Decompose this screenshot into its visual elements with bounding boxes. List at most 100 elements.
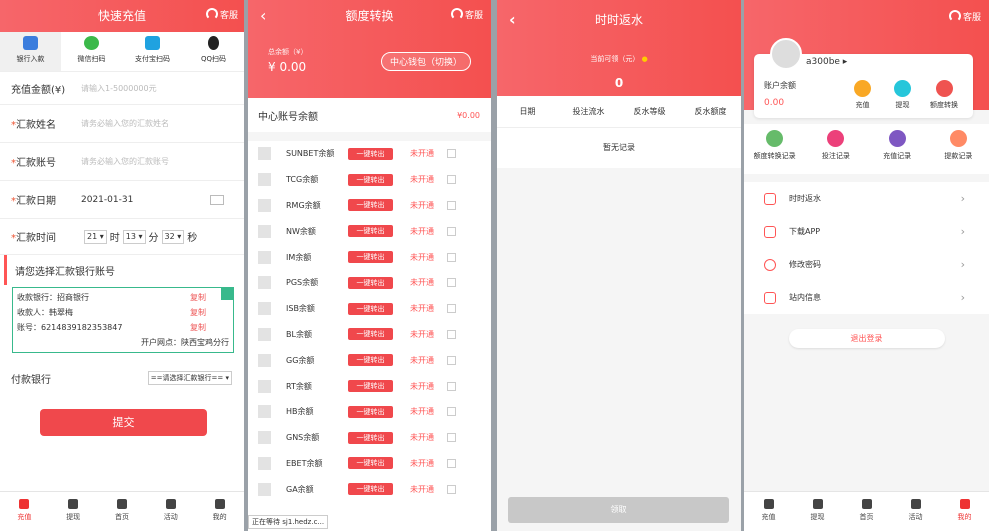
toggle-checkbox[interactable]	[447, 175, 456, 185]
bank-account-card[interactable]: 收款银行：招商银行 复制 收款人：韩翠梅 复制 账号：621483918235384…	[12, 287, 234, 353]
selected-check-icon	[221, 288, 233, 300]
tab-deposit[interactable]: 充值	[744, 492, 793, 531]
deposit-icon	[854, 80, 871, 97]
pay-bank-select[interactable]: ==请选择汇款银行== ▾	[147, 371, 232, 385]
avatar[interactable]	[770, 38, 802, 70]
gift-icon	[165, 499, 176, 509]
one-click-out-button[interactable]: 一键转出	[348, 457, 393, 470]
minute-select[interactable]: 13 ▾	[122, 229, 146, 244]
back-icon[interactable]: ‹	[260, 0, 266, 32]
withdraw-action[interactable]: 提现	[894, 80, 911, 110]
date-field[interactable]: *汇款日期 2021-01-31	[0, 181, 244, 219]
tab-bank-deposit[interactable]: 银行入款	[0, 32, 61, 71]
one-click-out-button[interactable]: 一键转出	[348, 405, 393, 418]
deposit-records[interactable]: 充值记录	[867, 130, 928, 174]
name-field[interactable]: *汇款姓名 请务必输入您的汇款姓名	[0, 105, 244, 143]
platform-logo	[258, 405, 271, 419]
bet-records[interactable]: 投注记录	[805, 130, 866, 174]
one-click-out-button[interactable]: 一键转出	[348, 431, 393, 444]
submit-button[interactable]: 提交	[40, 409, 207, 436]
menu-download[interactable]: 下载APP ›	[744, 215, 989, 248]
copy-button[interactable]: 复制	[190, 305, 206, 320]
platform-logo	[258, 250, 271, 264]
second-select[interactable]: 32 ▾	[161, 229, 185, 244]
tab-home[interactable]: 首页	[98, 492, 147, 531]
copy-button[interactable]: 复制	[190, 290, 206, 305]
toggle-checkbox[interactable]	[447, 484, 456, 494]
quick-deposit-panel: 快速充值 客服 银行入款 微信扫码 支付宝扫码 QQ扫码 充值金额(¥) 请输入1…	[0, 0, 244, 531]
one-click-out-button[interactable]: 一键转出	[348, 328, 393, 341]
platform-logo	[258, 379, 271, 393]
toggle-checkbox[interactable]	[447, 458, 456, 468]
status-label: 未开通	[410, 433, 434, 443]
tab-activity[interactable]: 活动	[146, 492, 195, 531]
toggle-checkbox[interactable]	[447, 200, 456, 210]
tab-alipay[interactable]: 支付宝扫码	[122, 32, 183, 71]
toggle-checkbox[interactable]	[447, 329, 456, 339]
one-click-out-button[interactable]: 一键转出	[348, 483, 393, 496]
tab-wechat[interactable]: 微信扫码	[61, 32, 122, 71]
toggle-checkbox[interactable]	[447, 304, 456, 314]
logout-button[interactable]: 退出登录	[788, 329, 945, 348]
toggle-checkbox[interactable]	[447, 252, 456, 262]
chevron-right-icon: ›	[960, 192, 965, 205]
qq-icon	[208, 36, 219, 50]
tab-mine[interactable]: 我的	[940, 492, 989, 531]
amount-input[interactable]: 请输入1-5000000元	[81, 83, 157, 94]
header: ‹ 时时返水 当前可领（元） ● 0	[497, 0, 741, 96]
account-input[interactable]: 请务必输入您的汇款账号	[81, 156, 169, 167]
one-click-out-button[interactable]: 一键转出	[348, 380, 393, 393]
toggle-checkbox[interactable]	[447, 149, 456, 159]
username[interactable]: a300be ▸	[806, 57, 847, 67]
toggle-checkbox[interactable]	[447, 278, 456, 288]
one-click-out-button[interactable]: 一键转出	[348, 173, 393, 186]
platform-row: GA余额 一键转出 未开通	[248, 476, 491, 502]
hour-select[interactable]: 21 ▾	[84, 229, 107, 244]
copy-button[interactable]: 复制	[190, 320, 206, 335]
status-label: 未开通	[410, 252, 434, 262]
tab-qq[interactable]: QQ扫码	[183, 32, 244, 71]
calendar-icon[interactable]	[210, 194, 224, 205]
toggle-checkbox[interactable]	[447, 381, 456, 391]
menu-rebate[interactable]: 时时返水 ›	[744, 182, 989, 215]
toggle-checkbox[interactable]	[447, 407, 456, 417]
toggle-checkbox[interactable]	[447, 433, 456, 443]
account-field[interactable]: *汇款账号 请务必输入您的汇款账号	[0, 143, 244, 181]
date-input[interactable]: 2021-01-31	[81, 195, 133, 205]
transfer-records[interactable]: 额度转换记录	[744, 130, 805, 174]
tab-withdraw[interactable]: 提现	[49, 492, 98, 531]
claim-button[interactable]: 领取	[508, 497, 729, 523]
one-click-out-button[interactable]: 一键转出	[348, 354, 393, 367]
one-click-out-button[interactable]: 一键转出	[348, 147, 393, 160]
one-click-out-button[interactable]: 一键转出	[348, 276, 393, 289]
tab-mine[interactable]: 我的	[195, 492, 244, 531]
one-click-out-button[interactable]: 一键转出	[348, 251, 393, 264]
withdraw-records[interactable]: 提款记录	[928, 130, 989, 174]
amount-field[interactable]: 充值金额(¥) 请输入1-5000000元	[0, 72, 244, 105]
customer-service-button[interactable]: 客服	[948, 10, 981, 23]
profile-panel: 客服 a300be ▸ 账户余额 0.00 充值 提现 额度转换 额度转换记录 …	[744, 0, 989, 531]
one-click-out-button[interactable]: 一键转出	[348, 225, 393, 238]
tab-deposit[interactable]: 充值	[0, 492, 49, 531]
name-input[interactable]: 请务必输入您的汇款姓名	[81, 118, 169, 129]
deposit-icon	[19, 499, 30, 509]
tab-activity[interactable]: 活动	[891, 492, 940, 531]
customer-service-button[interactable]: 客服	[205, 0, 238, 32]
customer-service-button[interactable]: 客服	[450, 0, 483, 32]
deposit-action[interactable]: 充值	[854, 80, 871, 110]
menu-messages[interactable]: 站内信息 ›	[744, 281, 989, 314]
wallet-switch-button[interactable]: 中心钱包（切换）	[380, 52, 471, 71]
transfer-action[interactable]: 额度转换	[930, 80, 958, 110]
one-click-out-button[interactable]: 一键转出	[348, 302, 393, 315]
page-title: 额度转换	[345, 9, 394, 23]
tab-withdraw[interactable]: 提现	[793, 492, 842, 531]
payment-method-tabs: 银行入款 微信扫码 支付宝扫码 QQ扫码	[0, 32, 244, 72]
one-click-out-button[interactable]: 一键转出	[348, 199, 393, 212]
toggle-checkbox[interactable]	[447, 226, 456, 236]
toggle-checkbox[interactable]	[447, 355, 456, 365]
menu-password[interactable]: 修改密码 ›	[744, 248, 989, 281]
back-icon[interactable]: ‹	[509, 0, 516, 40]
wechat-icon	[84, 36, 99, 50]
tab-home[interactable]: 首页	[842, 492, 891, 531]
platform-logo	[258, 147, 271, 161]
